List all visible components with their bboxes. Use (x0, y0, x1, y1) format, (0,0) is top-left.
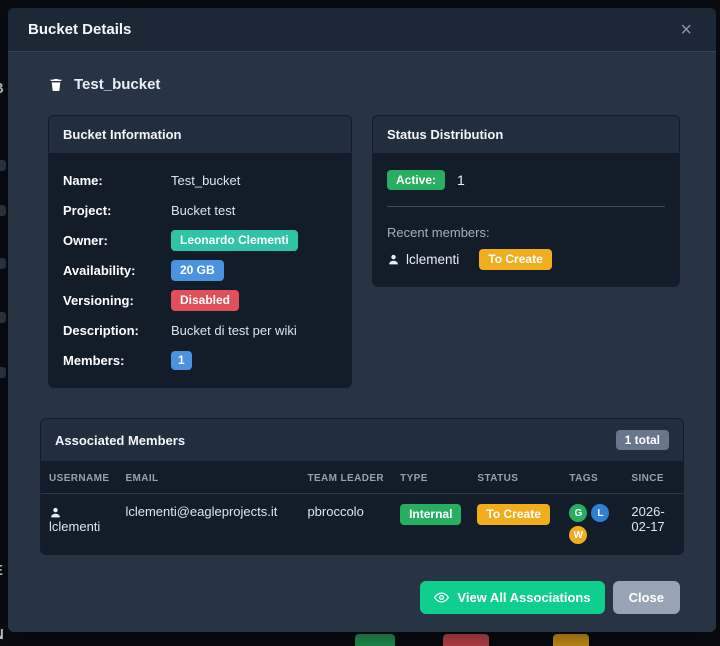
active-badge: Active: (387, 170, 445, 190)
column-since: SINCE (623, 462, 683, 494)
background-icon-fragment (0, 367, 6, 378)
availability-badge: 20 GB (171, 260, 224, 280)
modal-body: Test_bucket Bucket Information Name: Tes… (8, 52, 716, 632)
column-email: EMAIL (117, 462, 299, 494)
modal-footer: View All Associations Close (40, 581, 680, 614)
info-row-versioning: Versioning: Disabled (63, 290, 337, 311)
member-tags-cell: G L W (561, 494, 623, 555)
background-badge-fragment (553, 634, 589, 646)
recent-members-label: Recent members: (387, 225, 665, 240)
info-label: Name: (63, 173, 171, 188)
close-button[interactable]: Close (613, 581, 680, 614)
column-tags: TAGS (561, 462, 623, 494)
info-row-project: Project: Bucket test (63, 200, 337, 221)
view-all-associations-button[interactable]: View All Associations (420, 581, 604, 614)
type-badge: Internal (400, 504, 461, 524)
info-label: Project: (63, 203, 171, 218)
info-label: Members: (63, 353, 171, 368)
background-icon-fragment (0, 205, 6, 216)
info-row-members: Members: 1 (63, 350, 337, 371)
divider (387, 206, 665, 207)
screen: B E N Bucket Details × Test_bucket (0, 0, 720, 646)
background-badge-fragment (443, 634, 489, 646)
member-username-cell: lclementi (41, 494, 117, 555)
close-icon[interactable]: × (676, 18, 696, 42)
info-label: Description: (63, 323, 171, 338)
info-label: Owner: (63, 233, 171, 248)
bucket-information-card: Bucket Information Name: Test_bucket Pro… (48, 115, 352, 388)
eye-icon (434, 590, 449, 605)
background-icon-fragment (0, 258, 6, 269)
status-distribution-card: Status Distribution Active: 1 Recent mem… (372, 115, 680, 287)
tag-badge: L (591, 504, 609, 522)
view-all-associations-label: View All Associations (457, 590, 590, 605)
tag-badge: G (569, 504, 587, 522)
status-badge: To Create (477, 504, 549, 524)
info-row-owner: Owner: Leonardo Clementi (63, 230, 337, 251)
background-badge-fragment (355, 634, 395, 646)
member-team-leader-cell: pbroccolo (299, 494, 392, 555)
members-table: USERNAME EMAIL TEAM LEADER TYPE STATUS T… (41, 462, 683, 554)
active-count: 1 (457, 172, 465, 188)
tag-badge: W (569, 526, 587, 544)
info-value: Bucket di test per wiki (171, 323, 297, 338)
member-since-cell: 2026-02-17 (623, 494, 683, 555)
member-status-cell: To Create (469, 494, 561, 555)
recent-member-status-badge: To Create (479, 249, 551, 269)
bucket-information-header: Bucket Information (49, 116, 351, 154)
cards-row: Bucket Information Name: Test_bucket Pro… (48, 115, 680, 388)
associated-members-card: Associated Members 1 total USERNAME EMAI… (40, 418, 684, 555)
person-icon (49, 506, 62, 519)
member-type-cell: Internal (392, 494, 469, 555)
modal-title: Bucket Details (28, 21, 131, 38)
bucket-name: Test_bucket (74, 76, 160, 93)
member-email-cell: lclementi@eagleprojects.it (117, 494, 299, 555)
column-team-leader: TEAM LEADER (299, 462, 392, 494)
info-label: Versioning: (63, 293, 171, 308)
bucket-information-body: Name: Test_bucket Project: Bucket test O… (49, 154, 351, 387)
members-count-badge: 1 (171, 351, 192, 369)
person-icon (387, 253, 400, 266)
background-icon-fragment (0, 312, 6, 323)
info-value: Bucket test (171, 203, 235, 218)
info-row-name: Name: Test_bucket (63, 170, 337, 191)
status-distribution-header: Status Distribution (373, 116, 679, 154)
associated-members-title: Associated Members (55, 433, 185, 448)
bucket-icon (48, 77, 64, 93)
member-username: lclementi (49, 519, 100, 534)
recent-member-name: lclementi (406, 252, 459, 267)
associated-members-header: Associated Members 1 total (41, 419, 683, 462)
active-status-row: Active: 1 (387, 170, 665, 190)
table-header-row: USERNAME EMAIL TEAM LEADER TYPE STATUS T… (41, 462, 683, 494)
status-distribution-body: Active: 1 Recent members: lclementi To C… (373, 154, 679, 286)
table-row[interactable]: lclementi lclementi@eagleprojects.it pbr… (41, 494, 683, 555)
bucket-heading: Test_bucket (48, 76, 684, 93)
column-status: STATUS (469, 462, 561, 494)
owner-badge: Leonardo Clementi (171, 230, 298, 250)
bucket-details-modal: Bucket Details × Test_bucket Bucket Info… (8, 8, 716, 632)
versioning-badge: Disabled (171, 290, 239, 310)
info-row-availability: Availability: 20 GB (63, 260, 337, 281)
info-label: Availability: (63, 263, 171, 278)
modal-header: Bucket Details × (8, 8, 716, 52)
recent-member-row: lclementi To Create (387, 249, 665, 269)
background-icon-fragment (0, 160, 6, 171)
column-username: USERNAME (41, 462, 117, 494)
info-row-description: Description: Bucket di test per wiki (63, 320, 337, 341)
column-type: TYPE (392, 462, 469, 494)
info-value: Test_bucket (171, 173, 240, 188)
status-distribution-title: Status Distribution (387, 127, 503, 142)
bucket-information-title: Bucket Information (63, 127, 181, 142)
total-count-badge: 1 total (616, 430, 669, 450)
